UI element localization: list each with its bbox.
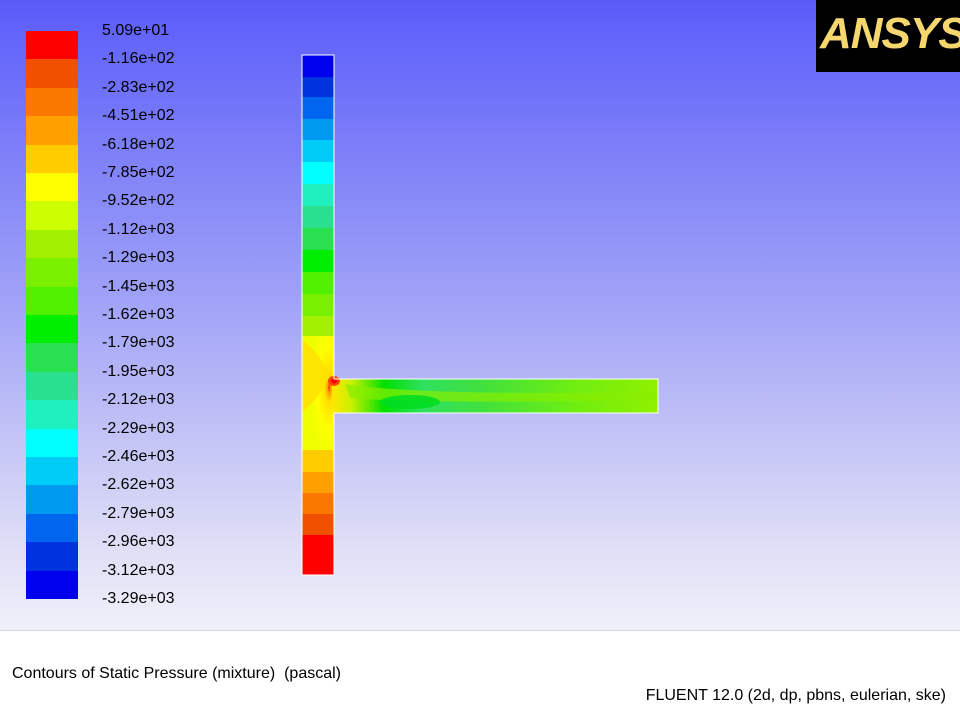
branch-contour	[380, 395, 440, 409]
pipe-band	[302, 250, 334, 272]
pipe-band	[302, 162, 334, 184]
pipe-band	[302, 514, 334, 535]
pipe-band	[302, 77, 334, 97]
contour-plot	[301, 54, 659, 576]
plot-title: Contours of Static Pressure (mixture) (p…	[12, 665, 341, 682]
graphics-viewport[interactable]: 5.09e+01 -1.16e+02 -2.83e+02 -4.51e+02 -6.18…	[0, 0, 960, 630]
pipe-band	[302, 294, 334, 316]
pipe-band	[302, 97, 334, 119]
logo-text: ANSYS	[820, 9, 960, 58]
horizontal-branch	[332, 379, 658, 413]
pipe-band	[302, 184, 334, 206]
pipe-band	[302, 119, 334, 140]
pipe-band	[302, 493, 334, 514]
vertical-pipe	[302, 55, 334, 575]
pipe-band	[302, 272, 334, 294]
pipe-band	[302, 206, 334, 228]
pipe-band	[302, 140, 334, 162]
solver-info: FLUENT 12.0 (2d, dp, pbns, eulerian, ske…	[645, 687, 946, 704]
ansys-logo: ANSYS	[816, 0, 960, 72]
caption-bar: Contours of Static Pressure (mixture) (p…	[0, 630, 960, 721]
pipe-band	[302, 228, 334, 250]
pipe-band	[302, 55, 334, 77]
pipe-band	[302, 472, 334, 493]
pipe-band	[302, 450, 334, 472]
pipe-band	[302, 316, 334, 336]
domain-outline	[301, 54, 659, 576]
pipe-band	[302, 535, 334, 575]
